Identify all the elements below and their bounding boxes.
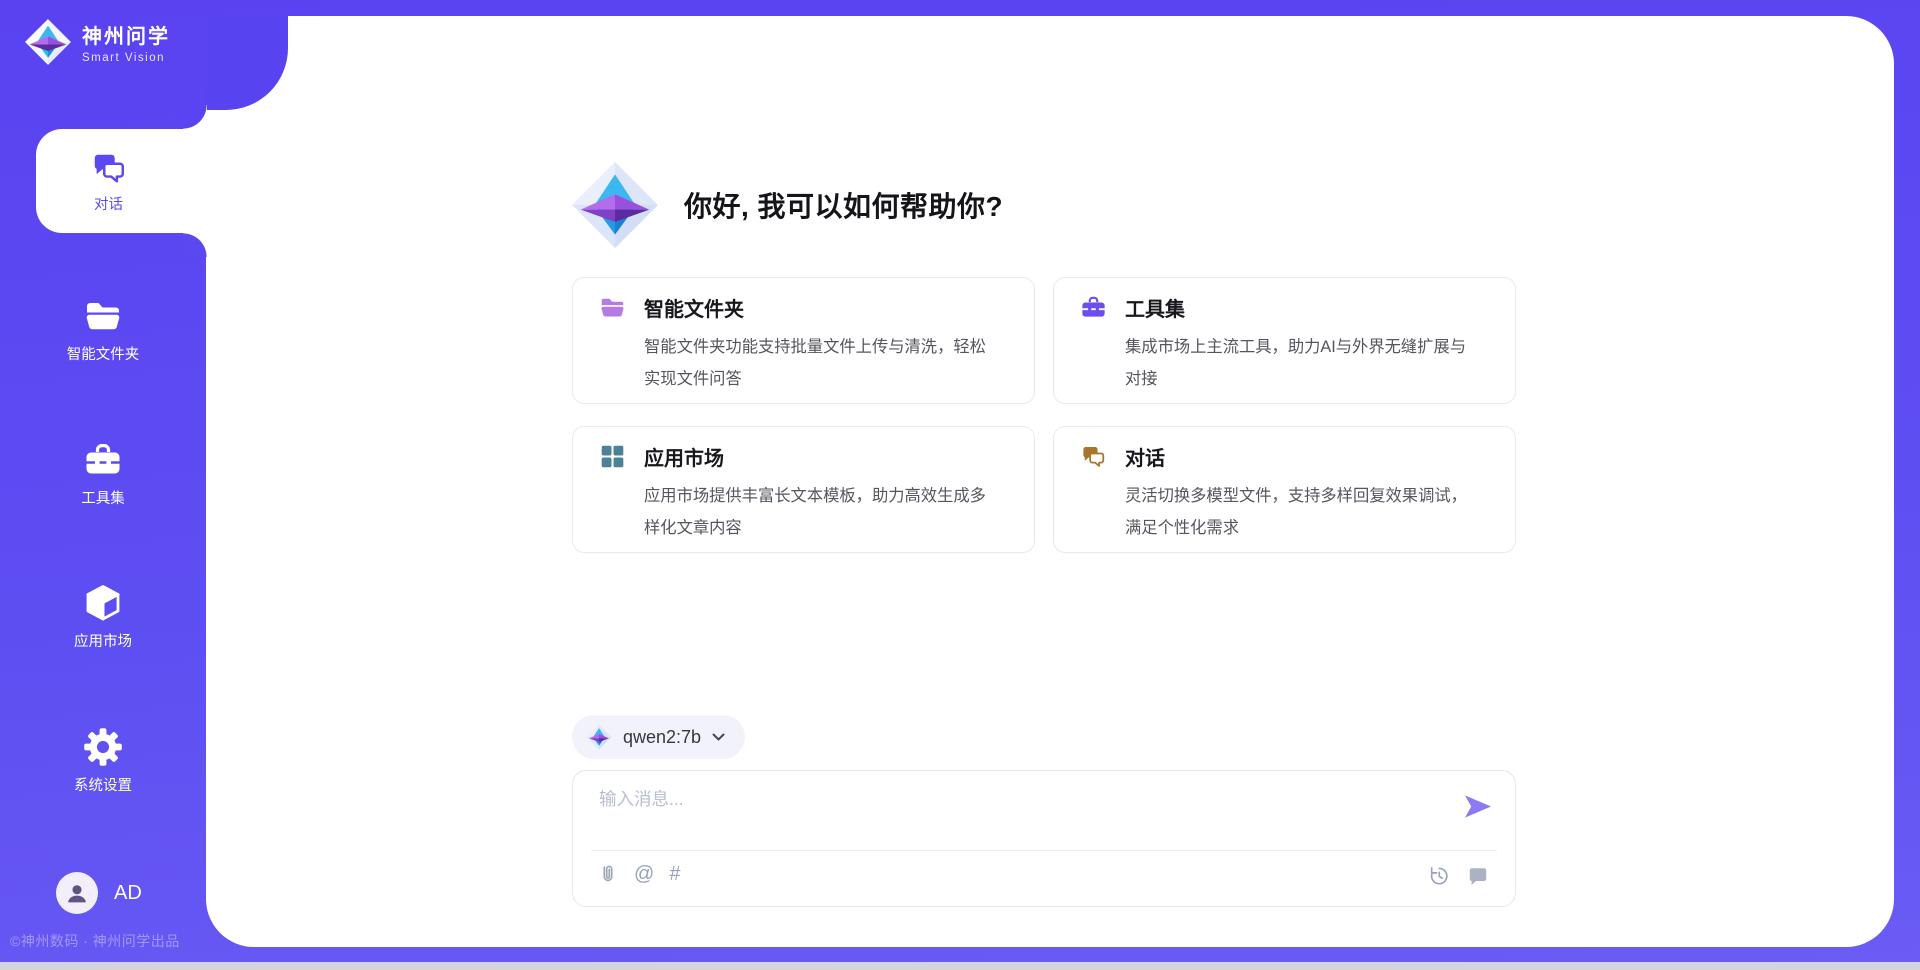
brand-name: 神州问学: [82, 20, 170, 49]
composer: @ #: [572, 770, 1516, 907]
folder-icon: [599, 294, 626, 321]
chat-bubbles-icon: [90, 149, 128, 187]
composer-divider: [591, 850, 1497, 851]
bottom-strip: [0, 962, 1920, 970]
card-title: 智能文件夹: [644, 293, 744, 322]
sidebar-item-label: 工具集: [81, 487, 125, 508]
chat-bubble-icon: [1467, 865, 1489, 887]
brand-subtitle: Smart Vision: [82, 52, 170, 64]
cube-icon: [83, 583, 123, 623]
avatar: [56, 872, 98, 914]
card-title: 应用市场: [644, 442, 724, 471]
card-description: 应用市场提供丰富长文本模板，助力高效生成多样化文章内容: [644, 481, 996, 545]
attach-button[interactable]: [597, 861, 619, 887]
sidebar-item-label: 应用市场: [74, 630, 132, 651]
toolbox-icon: [1080, 294, 1107, 321]
user-profile[interactable]: AD: [56, 872, 142, 914]
sidebar: 神州问学 Smart Vision 对话 智能文件夹 工具集 应用市场 系统设置: [0, 0, 206, 970]
chat-mode-button[interactable]: [1467, 863, 1489, 889]
feature-cards: 智能文件夹 智能文件夹功能支持批量文件上传与清洗，轻松实现文件问答 工具集 集成…: [572, 277, 1516, 553]
brand-logo-icon: [24, 18, 72, 66]
sidebar-item-smart-folders[interactable]: 智能文件夹: [0, 296, 206, 364]
sidebar-item-label: 对话: [94, 193, 123, 214]
model-selector[interactable]: qwen2:7b: [572, 715, 745, 759]
paperclip-icon: [597, 862, 619, 886]
model-logo-icon: [586, 724, 612, 750]
hash-icon: #: [669, 862, 680, 886]
hero-logo-icon: [570, 160, 660, 250]
feature-card-chat[interactable]: 对话 灵活切换多模型文件，支持多样回复效果调试，满足个性化需求: [1053, 426, 1516, 553]
hero: 你好, 我可以如何帮助你?: [570, 160, 1003, 250]
at-icon: @: [634, 862, 654, 886]
toolbox-icon: [83, 440, 123, 480]
card-title: 工具集: [1125, 293, 1185, 322]
chat-bubbles-icon: [1080, 443, 1107, 470]
topic-button[interactable]: #: [669, 861, 680, 887]
brand: 神州问学 Smart Vision: [24, 18, 170, 66]
history-button[interactable]: [1428, 863, 1450, 889]
copyright-text: ©神州数码 · 神州问学出品: [10, 931, 180, 951]
user-name: AD: [114, 882, 142, 905]
card-description: 智能文件夹功能支持批量文件上传与清洗，轻松实现文件问答: [644, 332, 996, 396]
sidebar-item-label: 智能文件夹: [67, 343, 140, 364]
folder-icon: [83, 296, 123, 336]
send-button[interactable]: [1461, 793, 1495, 823]
model-name: qwen2:7b: [623, 727, 701, 748]
tab-bottom-fillet: [183, 233, 207, 257]
card-description: 灵活切换多模型文件，支持多样回复效果调试，满足个性化需求: [1125, 481, 1477, 545]
greeting-title: 你好, 我可以如何帮助你?: [684, 185, 1003, 225]
mention-button[interactable]: @: [634, 861, 654, 887]
chevron-down-icon: [712, 733, 725, 742]
send-icon: [1462, 793, 1494, 820]
card-description: 集成市场上主流工具，助力AI与外界无缝扩展与对接: [1125, 332, 1477, 396]
tab-top-fillet: [183, 105, 207, 129]
card-title: 对话: [1125, 442, 1165, 471]
sidebar-item-chat[interactable]: 对话: [36, 129, 207, 233]
feature-card-toolset[interactable]: 工具集 集成市场上主流工具，助力AI与外界无缝扩展与对接: [1053, 277, 1516, 404]
user-icon: [64, 880, 90, 906]
message-input[interactable]: [599, 786, 1459, 844]
sidebar-item-app-market[interactable]: 应用市场: [0, 583, 206, 651]
sidebar-item-system-settings[interactable]: 系统设置: [0, 727, 206, 795]
history-icon: [1428, 865, 1450, 887]
feature-card-smart-folders[interactable]: 智能文件夹 智能文件夹功能支持批量文件上传与清洗，轻松实现文件问答: [572, 277, 1035, 404]
grid-icon: [599, 443, 626, 470]
feature-card-app-market[interactable]: 应用市场 应用市场提供丰富长文本模板，助力高效生成多样化文章内容: [572, 426, 1035, 553]
sidebar-item-toolset[interactable]: 工具集: [0, 440, 206, 508]
app-frame: 神州问学 Smart Vision 对话 智能文件夹 工具集 应用市场 系统设置: [0, 0, 1920, 970]
sidebar-item-label: 系统设置: [74, 774, 132, 795]
gear-icon: [83, 727, 123, 767]
